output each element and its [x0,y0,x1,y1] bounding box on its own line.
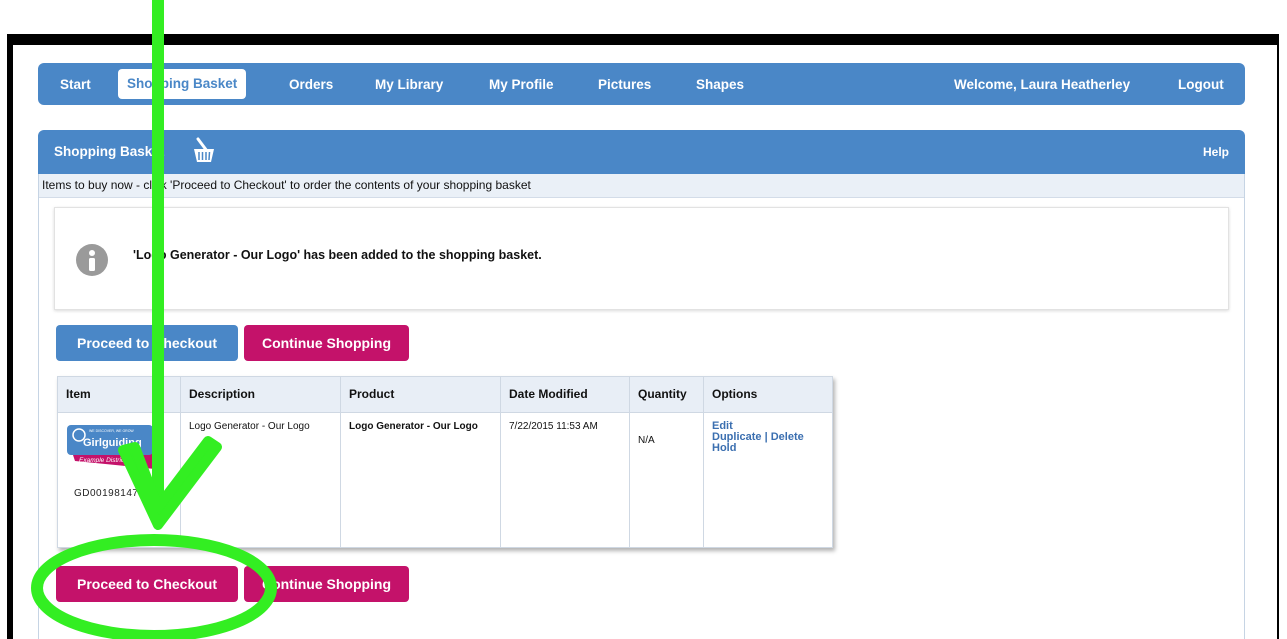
table-cell-date-modified: 7/22/2015 11:53 AM [501,412,630,547]
table-cell-product: Logo Generator - Our Logo [341,412,501,547]
instruction-text: Items to buy now - click 'Proceed to Che… [42,178,531,192]
thumbnail-brand: Girlguiding [83,437,142,449]
instruction-bar: Items to buy now - click 'Proceed to Che… [39,174,1244,198]
table-cell-item: WE DISCOVER, WE GROW Girlguiding Example… [58,412,181,547]
nav-my-profile[interactable]: My Profile [489,63,554,105]
proceed-to-checkout-button-bottom[interactable]: Proceed to Checkout [56,566,238,602]
thumbnail-district: Example District [79,457,126,464]
column-header-product: Product [341,377,501,412]
nav-start[interactable]: Start [60,63,91,105]
nav-orders[interactable]: Orders [289,63,333,105]
table-cell-quantity: N/A [630,412,704,547]
table-cell-options: Edit Duplicate | Delete Hold [704,412,832,547]
continue-shopping-button-bottom[interactable]: Continue Shopping [244,566,409,602]
notice-box: 'Logo Generator - Our Logo' has been add… [54,207,1229,310]
proceed-to-checkout-button-top[interactable]: Proceed to Checkout [56,325,238,361]
info-icon [76,244,108,276]
welcome-text: Welcome, Laura Heatherley [954,77,1131,92]
shopping-basket-icon [193,135,215,166]
top-nav-bar: Start Shopping Basket Orders My Library … [38,63,1245,105]
help-link[interactable]: Help [1203,145,1229,159]
logout-link[interactable]: Logout [1178,63,1224,105]
panel-header: Shopping Basket Help [38,130,1245,174]
delete-link[interactable]: Delete [771,431,804,443]
nav-shapes[interactable]: Shapes [696,63,744,105]
table-cell-description: Logo Generator - Our Logo [181,412,341,547]
nav-pictures[interactable]: Pictures [598,63,651,105]
column-header-quantity: Quantity [630,377,704,412]
options-separator: | [764,431,768,443]
thumbnail-tagline: WE DISCOVER, WE GROW [89,429,134,433]
hold-link[interactable]: Hold [712,443,824,454]
panel-title: Shopping Basket [54,144,165,159]
nav-shopping-basket[interactable]: Shopping Basket [118,69,247,99]
column-header-item: Item [58,377,181,412]
continue-shopping-button-top[interactable]: Continue Shopping [244,325,409,361]
column-header-options: Options [704,377,832,412]
item-code: GD00198147 [74,488,139,499]
nav-my-library[interactable]: My Library [375,63,443,105]
notice-message: 'Logo Generator - Our Logo' has been add… [133,248,542,262]
column-header-date-modified: Date Modified [501,377,630,412]
product-thumbnail[interactable]: WE DISCOVER, WE GROW Girlguiding Example… [67,423,155,483]
basket-table: Item Description Product Date Modified Q… [57,376,833,548]
column-header-description: Description [181,377,341,412]
